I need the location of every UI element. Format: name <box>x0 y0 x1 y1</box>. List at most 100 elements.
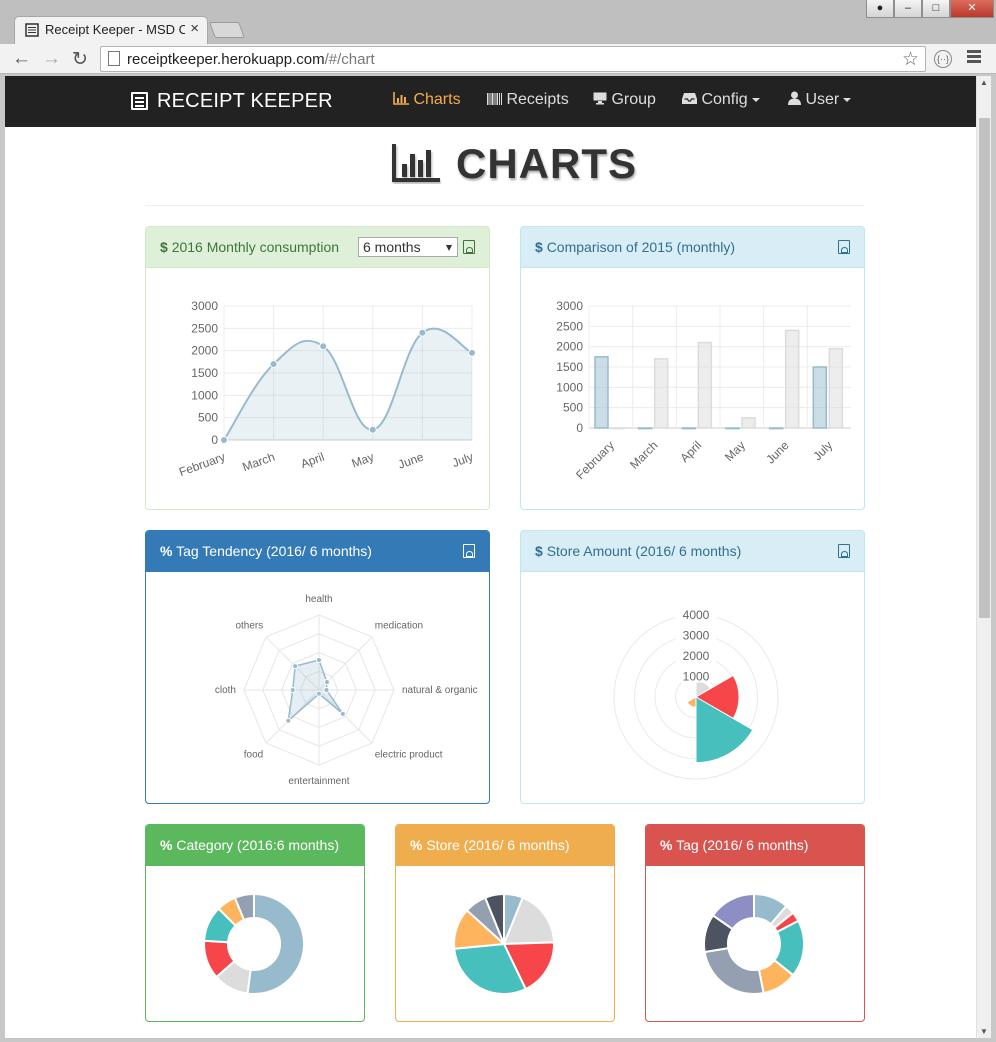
category-donut-chart <box>203 892 305 995</box>
window-close-icon[interactable]: ✕ <box>950 0 994 18</box>
barcode-icon <box>487 93 502 105</box>
bar <box>681 427 697 430</box>
extension-icon[interactable]: {··} <box>934 50 952 68</box>
bar <box>784 329 800 429</box>
data-point <box>418 328 427 337</box>
percent-icon: % <box>160 543 173 559</box>
radar-axis-label: natural & organic <box>402 685 478 696</box>
percent-icon: % <box>160 837 173 853</box>
bar <box>610 427 625 430</box>
url-text: receiptkeeper.herokuapp.com/#/chart <box>127 51 375 68</box>
data-point <box>368 425 377 434</box>
list-alt-icon <box>131 92 148 110</box>
x-tick-label: April <box>677 438 704 465</box>
panel-store-amount: $ Store Amount (2016/ 6 months) 1000 2000… <box>520 530 865 804</box>
new-tab-button[interactable] <box>209 22 245 38</box>
panel-title: Store Amount (2016/ 6 months) <box>546 543 742 559</box>
x-tick-label: May <box>350 450 376 471</box>
nav-group[interactable]: Group <box>593 91 656 109</box>
store-pie-chart <box>453 892 556 995</box>
y-tick-label: 500 <box>563 401 583 415</box>
x-tick-label: May <box>722 438 748 464</box>
scroll-down-icon[interactable]: ▼ <box>980 1027 988 1036</box>
nav-user-dropdown[interactable]: User <box>788 91 852 109</box>
pdf-export-icon[interactable] <box>463 544 475 558</box>
x-tick-label: February <box>573 438 617 482</box>
panel-heading: % Tag (2016/ 6 months) <box>646 825 864 866</box>
panel-heading: % Tag Tendency (2016/ 6 months) <box>146 531 489 572</box>
comparison-bar-chart: 0 500 1000 1500 2000 2500 3000 February March Apr… <box>556 299 851 482</box>
period-select-value: 6 months <box>363 239 421 255</box>
panel-title: Tag Tendency (2016/ 6 months) <box>176 543 372 559</box>
bar <box>768 427 784 430</box>
scrollbar-thumb[interactable] <box>979 118 990 618</box>
panel-heading: $ 2016 Monthly consumption 6 months <box>146 227 489 268</box>
nav-charts-label: Charts <box>413 91 461 108</box>
polar-tick-label: 2000 <box>683 649 710 663</box>
tag-radar-chart: health medication natural & organic electri… <box>215 594 478 787</box>
panel-category: % Category (2016:6 months) <box>145 824 365 1022</box>
pdf-export-icon[interactable] <box>838 240 850 254</box>
forward-arrow-icon[interactable]: → <box>42 48 61 70</box>
profile-icon[interactable]: ● <box>866 0 894 18</box>
panel-title: Category (2016:6 months) <box>176 837 339 853</box>
panel-comparison: $ Comparison of 2015 (monthly) 0 500 1000 1… <box>520 226 865 510</box>
browser-tab[interactable]: Receipt Keeper - MSD C × <box>14 16 208 44</box>
tag-donut-chart <box>703 892 805 995</box>
line-area-fill <box>224 328 472 440</box>
data-point <box>220 436 228 444</box>
caret-down-icon <box>843 97 852 102</box>
navbar: RECEIPT KEEPER Charts Receipts Group Con… <box>5 76 976 127</box>
bar <box>725 427 740 430</box>
y-tick-label: 1000 <box>191 388 218 402</box>
radar-axis-label: health <box>305 594 332 605</box>
y-tick-label: 3000 <box>191 299 218 313</box>
panel-heading: % Category (2016:6 months) <box>146 825 364 866</box>
brand-name[interactable]: RECEIPT KEEPER <box>157 90 333 113</box>
nav-config-dropdown[interactable]: Config <box>682 91 760 109</box>
store-polar-chart: 1000 2000 3000 4000 <box>613 608 779 780</box>
bar <box>828 347 844 429</box>
panel-title: Comparison of 2015 (monthly) <box>546 239 735 255</box>
pdf-export-icon[interactable] <box>838 544 850 558</box>
back-arrow-icon[interactable]: ← <box>12 48 31 70</box>
x-tick-label: April <box>299 450 326 471</box>
radar-axis-label: cloth <box>215 685 236 696</box>
inbox-icon <box>682 93 697 104</box>
radar-point <box>292 663 299 670</box>
minimize-icon[interactable]: – <box>894 0 922 18</box>
dollar-icon: $ <box>535 239 543 255</box>
period-select[interactable]: 6 months <box>358 237 458 257</box>
x-tick-label: June <box>763 438 792 467</box>
radar-point <box>339 710 346 717</box>
browser-title-bar: Receipt Keeper - MSD C × ● – □ ✕ <box>0 0 996 44</box>
scroll-up-icon[interactable]: ▲ <box>980 78 988 87</box>
radar-axis-label: entertainment <box>288 776 349 787</box>
caret-down-icon <box>751 97 760 102</box>
browser-toolbar: ← → ↻ receiptkeeper.herokuapp.com/#/char… <box>0 44 996 74</box>
y-tick-label: 500 <box>198 411 218 425</box>
y-tick-label: 1500 <box>191 366 218 380</box>
monthly-line-chart: 0 500 1000 1500 2000 2500 3000 February March Apr… <box>177 299 476 479</box>
chrome-menu-icon[interactable] <box>967 50 981 65</box>
tab-close-icon[interactable]: × <box>190 20 199 37</box>
radar-axis-label: food <box>244 749 263 760</box>
address-bar[interactable]: receiptkeeper.herokuapp.com/#/chart ☆ <box>100 46 926 72</box>
nav-group-label: Group <box>611 91 656 108</box>
nav-receipts[interactable]: Receipts <box>487 91 569 109</box>
nav-charts[interactable]: Charts <box>393 91 461 109</box>
vertical-scrollbar[interactable]: ▲ ▼ <box>976 76 991 1038</box>
percent-icon: % <box>660 837 673 853</box>
polar-tick-label: 4000 <box>683 608 710 622</box>
panel-heading: $ Comparison of 2015 (monthly) <box>521 227 864 268</box>
polar-tick-label: 1000 <box>683 670 710 684</box>
pdf-export-icon[interactable] <box>463 240 475 254</box>
radar-point <box>285 717 292 724</box>
bar <box>741 417 756 429</box>
bookmark-star-icon[interactable]: ☆ <box>902 48 919 71</box>
nav-user-label: User <box>805 91 840 108</box>
reload-icon[interactable]: ↻ <box>72 48 88 71</box>
maximize-icon[interactable]: □ <box>922 0 950 18</box>
y-tick-label: 3000 <box>556 299 583 313</box>
panel-title: 2016 Monthly consumption <box>171 239 340 255</box>
